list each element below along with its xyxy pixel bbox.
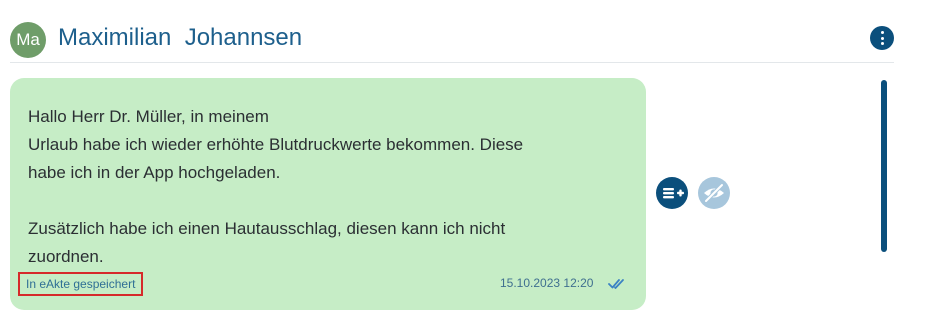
dot-icon [880,36,884,40]
message-bubble: Hallo Herr Dr. Müller, in meinem Urlaub … [10,78,646,310]
message-timestamp: 15.10.2023 12:20 [500,276,594,290]
contact-name[interactable]: Maximilian Johannsen [58,24,302,52]
message-line: habe ich in der App hochgeladen. [28,163,281,182]
saved-status-label: In eAkte gespeichert [18,272,144,296]
add-to-record-button[interactable] [656,177,688,209]
double-check-icon [608,279,624,289]
dot-icon [880,42,884,45]
scrollbar-thumb[interactable] [881,80,887,252]
avatar[interactable]: Ma [10,22,46,58]
hide-message-button[interactable] [698,177,730,209]
message-line: zuordnen. [28,247,104,266]
message-line: Urlaub habe ich wieder erhöhte Blutdruck… [28,135,524,154]
header-divider [10,62,894,63]
more-options-button[interactable] [870,26,894,50]
dot-icon [880,31,884,34]
eye-off-icon [704,183,724,203]
message-line: Zusätzlich habe ich einen Hautausschlag,… [28,219,506,238]
list-add-icon [663,188,684,199]
message-line: Hallo Herr Dr. Müller, in meinem [28,107,269,126]
conversation-header: Ma Maximilian Johannsen [10,22,894,58]
